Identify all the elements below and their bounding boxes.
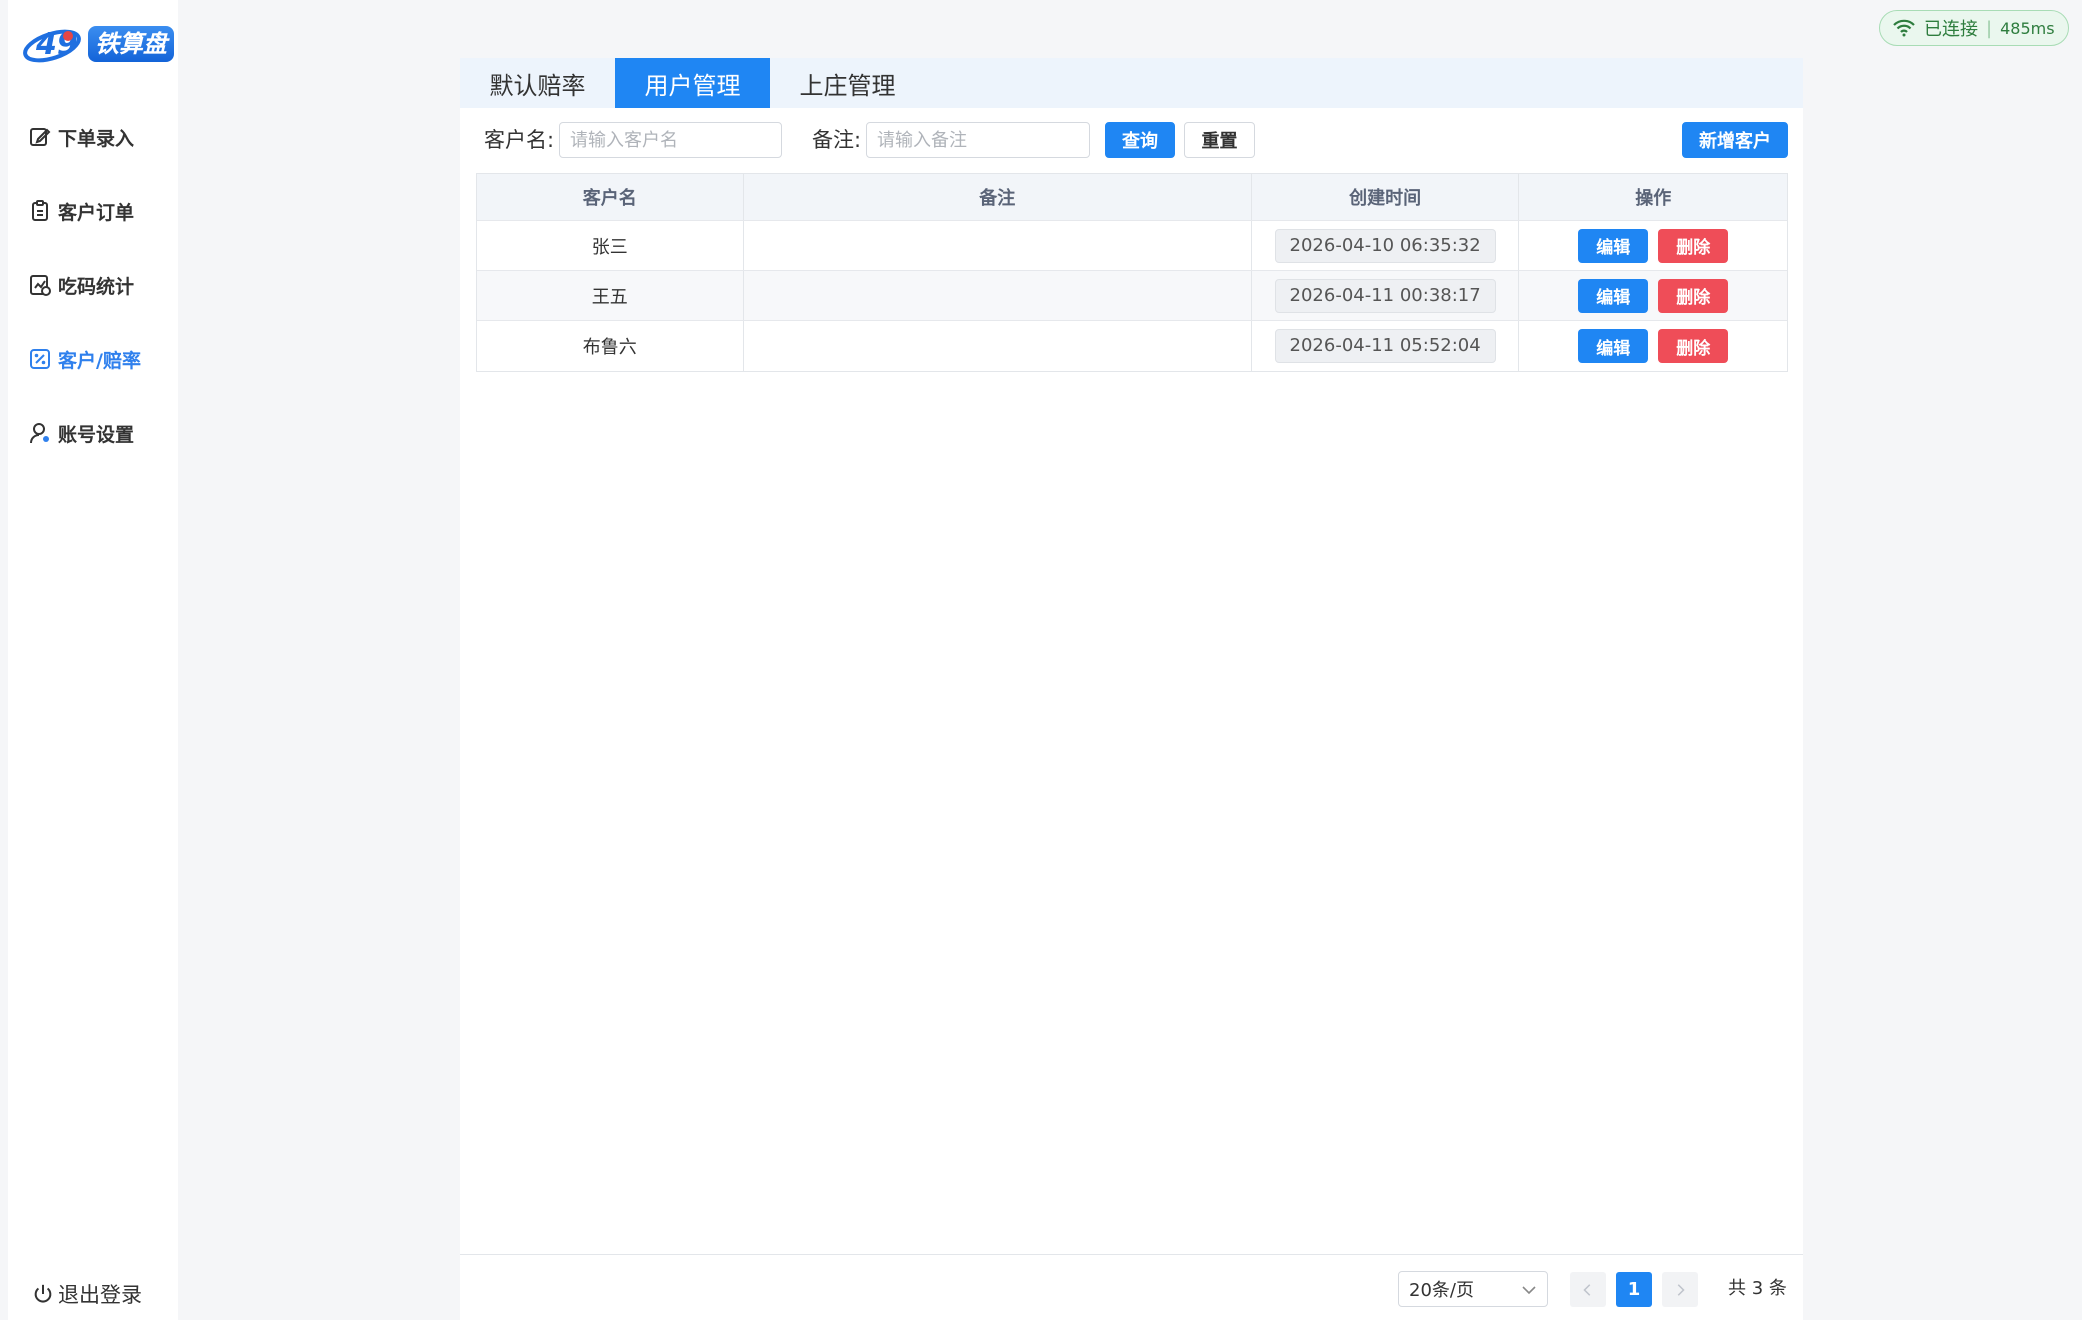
customer-name-label: 客户名: (484, 128, 555, 152)
tab-bar: 默认赔率 用户管理 上庄管理 (460, 58, 1803, 108)
prev-page-button[interactable] (1570, 1272, 1606, 1307)
delete-button[interactable]: 删除 (1658, 278, 1729, 313)
column-header-remark[interactable]: 备注 (744, 174, 1252, 220)
logout-button[interactable]: 退出登录 (32, 1276, 142, 1312)
cell-remark (744, 221, 1252, 270)
edit-button[interactable]: 编辑 (1578, 228, 1649, 263)
sidebar-item-order-entry[interactable]: 下单录入 (8, 100, 178, 174)
sidebar-item-label: 客户/赔率 (58, 349, 141, 372)
wifi-icon (1892, 18, 1916, 38)
created-time-chip: 2026-04-11 05:52:04 (1274, 329, 1496, 363)
cell-customer-name: 张三 (477, 221, 744, 270)
cell-remark (744, 321, 1252, 371)
chevron-down-icon (1521, 1282, 1537, 1298)
pagination-divider (460, 1254, 1803, 1255)
edit-icon (28, 125, 52, 149)
main-panel: 默认赔率 用户管理 上庄管理 客户名: 备注: 查询 重置 新增客户 客户名 备… (460, 58, 1803, 1320)
remark-input[interactable] (866, 122, 1090, 158)
sidebar-item-label: 账号设置 (58, 423, 135, 446)
customer-table: 客户名 备注 创建时间 操作 张三 2026-04-10 06:35:32 编辑… (476, 173, 1788, 372)
query-button[interactable]: 查询 (1105, 122, 1175, 158)
column-header-actions: 操作 (1635, 188, 1672, 209)
filter-bar: 客户名: 备注: 查询 重置 新增客户 (460, 121, 1803, 159)
page-size-value: 20条/页 (1409, 1280, 1474, 1301)
chevron-right-icon (1677, 1283, 1685, 1296)
remark-label: 备注: (812, 128, 862, 152)
created-time-chip: 2026-04-10 06:35:32 (1274, 228, 1496, 263)
add-customer-button[interactable]: 新增客户 (1682, 122, 1788, 158)
cell-customer-name: 王五 (477, 271, 744, 320)
page-number-button[interactable]: 1 (1616, 1272, 1652, 1307)
table-header: 客户名 备注 创建时间 操作 (477, 174, 1787, 221)
created-time-chip: 2026-04-11 00:38:17 (1274, 278, 1496, 313)
next-page-button[interactable] (1662, 1272, 1698, 1307)
tab-banker-management[interactable]: 上庄管理 (770, 58, 925, 108)
connection-label: 已连接 (1924, 19, 1978, 40)
sidebar-item-stats[interactable]: 吃码统计 (8, 248, 178, 322)
cell-actions: 编辑 删除 (1519, 221, 1787, 270)
total-count: 共 3 条 (1728, 1278, 1787, 1299)
logo-text: 铁算盘 (88, 26, 174, 62)
sidebar-item-account-settings[interactable]: 账号设置 (8, 396, 178, 470)
power-icon (32, 1283, 54, 1305)
sidebar-item-label: 吃码统计 (58, 275, 135, 298)
cell-remark (744, 271, 1252, 320)
svg-text:49: 49 (35, 27, 78, 62)
cell-created-time: 2026-04-10 06:35:32 (1252, 221, 1520, 270)
latency-value: 485ms (2000, 18, 2055, 38)
chevron-left-icon (1583, 1283, 1591, 1296)
cell-actions: 编辑 删除 (1519, 321, 1787, 371)
sidebar-item-customer-orders[interactable]: 客户订单 (8, 174, 178, 248)
page-size-select[interactable]: 20条/页 (1398, 1271, 1548, 1307)
clipboard-icon (28, 199, 52, 223)
cell-created-time: 2026-04-11 00:38:17 (1252, 271, 1520, 320)
cell-customer-name: 布鲁六 (477, 321, 744, 371)
cell-actions: 编辑 删除 (1519, 271, 1787, 320)
user-settings-icon (28, 421, 52, 445)
edit-button[interactable]: 编辑 (1578, 329, 1649, 363)
table-row: 张三 2026-04-10 06:35:32 编辑 删除 (477, 221, 1787, 271)
customer-name-input[interactable] (559, 122, 782, 158)
logo-mark-icon: 49 (23, 27, 81, 63)
percent-icon (28, 347, 52, 371)
reset-button[interactable]: 重置 (1184, 122, 1255, 158)
chart-icon (28, 273, 52, 297)
sidebar-item-label: 下单录入 (58, 127, 135, 150)
column-header-created[interactable]: 创建时间 (1252, 174, 1520, 220)
delete-button[interactable]: 删除 (1658, 228, 1729, 263)
sidebar-item-customer-odds[interactable]: 客户/赔率 (8, 322, 178, 396)
edit-button[interactable]: 编辑 (1578, 278, 1649, 313)
sidebar-item-label: 客户订单 (58, 201, 135, 224)
delete-button[interactable]: 删除 (1658, 329, 1729, 363)
sidebar-nav: 下单录入 客户订单 吃码统计 客户/赔率 账号设置 (8, 100, 178, 470)
sidebar: 49 铁算盘 下单录入 客户订单 吃码统计 客户/赔率 账号设置 退出登录 (8, 0, 178, 1320)
cell-created-time: 2026-04-11 05:52:04 (1252, 321, 1520, 371)
connection-status: 已连接 | 485ms (1879, 10, 2069, 46)
table-row: 王五 2026-04-11 00:38:17 编辑 删除 (477, 271, 1787, 321)
column-header-name[interactable]: 客户名 (477, 174, 744, 220)
tab-user-management[interactable]: 用户管理 (615, 58, 770, 108)
logout-label: 退出登录 (58, 1283, 142, 1307)
table-row: 布鲁六 2026-04-11 05:52:04 编辑 删除 (477, 321, 1787, 371)
pagination: 20条/页 1 共 3 条 (460, 1270, 1803, 1308)
tab-default-odds[interactable]: 默认赔率 (460, 58, 615, 108)
status-divider: | (1986, 17, 1993, 39)
app-logo: 49 铁算盘 (18, 16, 174, 72)
